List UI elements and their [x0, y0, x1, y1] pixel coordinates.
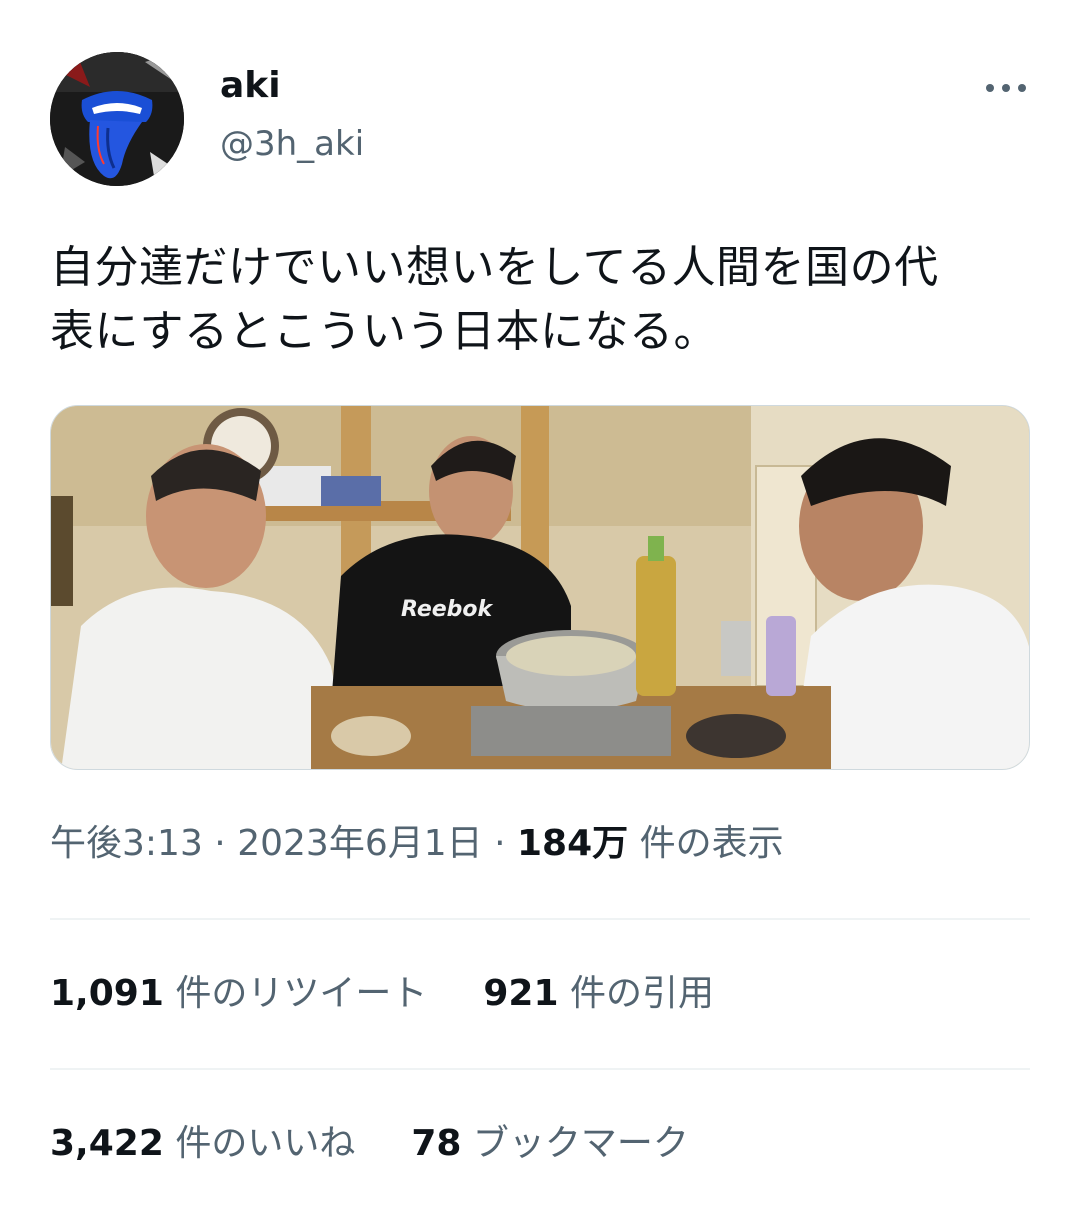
- svg-text:Reebok: Reebok: [401, 597, 494, 622]
- likes-count: 3,422: [50, 1123, 164, 1164]
- tweet-text-line: 表にするとこういう日本になる。: [50, 306, 718, 357]
- tweet-text-line: 自分達だけでいい想いをしてる人間を国の代: [50, 242, 939, 293]
- divider: [50, 918, 1030, 920]
- views-count: 184万: [517, 823, 629, 864]
- tweet-date[interactable]: 2023年6月1日: [237, 823, 482, 864]
- display-name[interactable]: aki: [220, 64, 281, 108]
- meta-separator: ·: [214, 823, 226, 864]
- tongue-logo-icon: [50, 52, 184, 186]
- meta-separator: ·: [494, 823, 506, 864]
- tweet-meta: 午後3:13 · 2023年6月1日 · 184万 件の表示: [50, 820, 784, 868]
- bookmarks-label: ブックマーク: [472, 1123, 689, 1164]
- stats-row-retweets: 1,091 件のリツイート 921 件の引用: [50, 970, 714, 1018]
- tweet-text: 自分達だけでいい想いをしてる人間を国の代 表にするとこういう日本になる。: [50, 236, 1030, 364]
- stats-row-likes: 3,422 件のいいね 78 ブックマーク: [50, 1120, 689, 1168]
- bookmarks-stat[interactable]: 78 ブックマーク: [411, 1120, 689, 1168]
- quotes-count: 921: [483, 973, 559, 1014]
- tweet-time[interactable]: 午後3:13: [50, 823, 203, 864]
- bookmarks-count: 78: [411, 1123, 462, 1164]
- photo-image: Reebok: [51, 406, 1029, 769]
- retweets-count: 1,091: [50, 973, 164, 1014]
- retweets-label: 件のリツイート: [175, 973, 428, 1014]
- likes-label: 件のいいね: [175, 1123, 356, 1164]
- tweet-photo[interactable]: Reebok: [50, 405, 1030, 770]
- avatar[interactable]: [50, 52, 184, 186]
- more-options-icon[interactable]: [982, 70, 1030, 106]
- views-label: 件の表示: [639, 823, 784, 864]
- user-handle[interactable]: @3h_aki: [220, 122, 364, 166]
- retweets-stat[interactable]: 1,091 件のリツイート: [50, 970, 427, 1018]
- quotes-stat[interactable]: 921 件の引用: [483, 970, 714, 1018]
- likes-stat[interactable]: 3,422 件のいいね: [50, 1120, 355, 1168]
- quotes-label: 件の引用: [569, 973, 714, 1014]
- divider: [50, 1068, 1030, 1070]
